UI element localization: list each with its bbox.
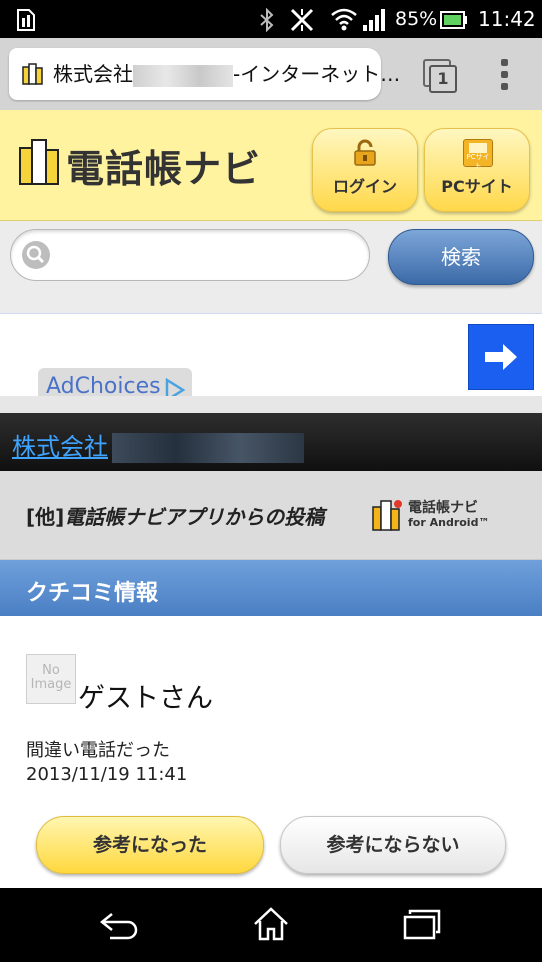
- post-source-bar: [他]電話帳ナビアプリからの投稿 電話帳ナビ for Android™: [0, 471, 542, 560]
- search-input[interactable]: [10, 229, 370, 281]
- ad-divider: [0, 396, 542, 414]
- arrow-right-icon: [485, 344, 517, 370]
- wifi-icon: [331, 8, 357, 31]
- site-favicon-icon: [22, 63, 43, 85]
- search-button[interactable]: 検索: [388, 229, 534, 285]
- menu-dot-icon: [501, 83, 508, 90]
- signal-icon: [363, 9, 385, 31]
- pc-site-label: PCサイト: [441, 177, 513, 196]
- clock: 11:42: [478, 7, 536, 31]
- login-button[interactable]: ログイン: [312, 128, 418, 212]
- sim-card-icon: [17, 9, 35, 31]
- avatar: No Image: [26, 654, 76, 704]
- battery-icon: [440, 11, 467, 29]
- not-helpful-button[interactable]: 参考にならない: [280, 816, 506, 874]
- search-icon: [22, 241, 50, 269]
- helpful-button[interactable]: 参考になった: [36, 816, 264, 874]
- nfc-data-icon: [290, 8, 314, 32]
- menu-dot-icon: [501, 59, 508, 66]
- recent-apps-icon[interactable]: [402, 908, 442, 940]
- url-text-prefix: 株式会社: [53, 62, 133, 86]
- site-header: 電話帳ナビ ログイン PCサイト PCサイト: [0, 110, 542, 221]
- ad-arrow-button[interactable]: [468, 324, 534, 390]
- address-bar[interactable]: 株式会社 -インターネット…: [9, 48, 400, 100]
- company-name-link[interactable]: 株式会社: [12, 427, 304, 463]
- site-logo-icon[interactable]: [18, 138, 62, 186]
- app-logo-title: 電話帳ナビ: [408, 500, 478, 516]
- app-logo-subtitle: for Android™: [408, 516, 490, 529]
- review-timestamp: 2013/11/19 11:41: [26, 764, 188, 785]
- post-source-text: [他]電話帳ナビアプリからの投稿: [26, 501, 324, 530]
- company-name-bar: 株式会社: [0, 413, 542, 471]
- pc-monitor-icon: PCサイト: [463, 139, 493, 170]
- battery-percent: 85%: [395, 8, 438, 30]
- redacted-block: [133, 64, 233, 87]
- review-text: 間違い電話だった: [26, 740, 170, 761]
- tab-count: 1: [429, 65, 457, 93]
- avatar-placeholder-line2: Image: [30, 677, 72, 692]
- avatar-placeholder-line1: No: [42, 663, 60, 678]
- overflow-menu-button[interactable]: [494, 56, 516, 94]
- review-card: No Image ゲストさん 間違い電話だった 2013/11/19 11:41…: [0, 616, 542, 888]
- pc-site-button[interactable]: PCサイト PCサイト: [424, 128, 530, 212]
- android-app-logo[interactable]: 電話帳ナビ for Android™: [372, 497, 492, 533]
- search-area: 検索: [0, 221, 542, 313]
- site-logo-text[interactable]: 電話帳ナビ: [66, 138, 261, 193]
- review-author: ゲストさん: [78, 683, 213, 714]
- pc-icon-label: PCサイト: [466, 153, 490, 170]
- tab-switcher-button[interactable]: 1: [420, 56, 458, 94]
- redacted-block: [112, 433, 304, 463]
- browser-toolbar: 株式会社 -インターネット… 1: [0, 38, 542, 110]
- post-source-tag: [他]: [26, 505, 65, 529]
- menu-dot-icon: [501, 71, 508, 78]
- url-text: 株式会社 -インターネット…: [53, 48, 400, 100]
- post-source-description: 電話帳ナビアプリからの投稿: [64, 505, 325, 529]
- home-icon[interactable]: [252, 906, 290, 942]
- reviews-section-title: クチコミ情報: [26, 581, 159, 606]
- url-text-suffix: -インターネット…: [233, 62, 401, 86]
- bluetooth-icon: [260, 8, 274, 32]
- reviews-section-header: クチコミ情報: [0, 560, 542, 616]
- login-label: ログイン: [332, 177, 397, 196]
- back-icon[interactable]: [98, 910, 142, 940]
- unlock-icon: [354, 139, 376, 166]
- ad-banner[interactable]: AdChoices: [0, 313, 542, 414]
- system-navigation-bar: [0, 888, 542, 962]
- app-logo-icon: [372, 500, 402, 531]
- status-bar: 85% 11:42: [0, 0, 542, 38]
- company-name-prefix: 株式会社: [12, 433, 108, 461]
